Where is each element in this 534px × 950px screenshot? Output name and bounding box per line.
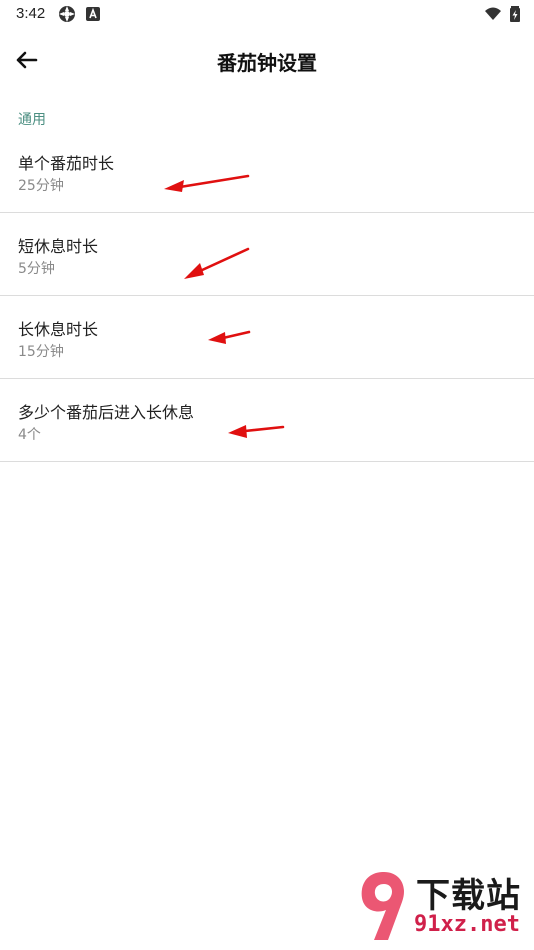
page-title: 番茄钟设置 xyxy=(217,51,317,75)
watermark-9-icon xyxy=(361,872,404,940)
status-bar: 3:42 xyxy=(0,0,534,28)
setting-value: 25分钟 xyxy=(18,178,64,194)
watermark-logo: 下载站 91xz.net xyxy=(354,866,530,946)
notification-app-icon xyxy=(59,6,75,22)
setting-item-pomodoro-duration[interactable]: 单个番茄时长 25分钟 xyxy=(0,130,534,213)
settings-list: 单个番茄时长 25分钟 短休息时长 5分钟 长休息时长 15分钟 多少个番茄后进… xyxy=(0,130,534,462)
setting-value: 15分钟 xyxy=(18,344,64,360)
setting-item-short-break-duration[interactable]: 短休息时长 5分钟 xyxy=(0,213,534,296)
setting-item-long-break-duration[interactable]: 长休息时长 15分钟 xyxy=(0,296,534,379)
status-time: 3:42 xyxy=(16,5,46,22)
watermark-url: 91xz.net xyxy=(414,912,520,937)
annotation-arrow-icon xyxy=(208,330,251,344)
battery-icon xyxy=(510,6,520,22)
annotation-arrow-icon xyxy=(184,247,250,279)
setting-value: 5分钟 xyxy=(18,261,55,277)
section-header: 通用 xyxy=(18,112,46,128)
wifi-icon xyxy=(485,7,501,20)
setting-title: 单个番茄时长 xyxy=(18,154,115,173)
setting-title: 多少个番茄后进入长休息 xyxy=(18,403,195,422)
watermark-title: 下载站 xyxy=(416,876,521,916)
setting-title: 短休息时长 xyxy=(18,237,99,256)
setting-title: 长休息时长 xyxy=(18,320,99,339)
annotation-arrow-icon xyxy=(228,425,285,438)
setting-value: 4个 xyxy=(18,427,41,443)
setting-item-pomodoros-before-long-break[interactable]: 多少个番茄后进入长休息 4个 xyxy=(0,379,534,462)
annotation-arrow-icon xyxy=(164,174,250,192)
text-app-icon xyxy=(86,7,100,21)
app-bar: 番茄钟设置 xyxy=(0,32,534,88)
